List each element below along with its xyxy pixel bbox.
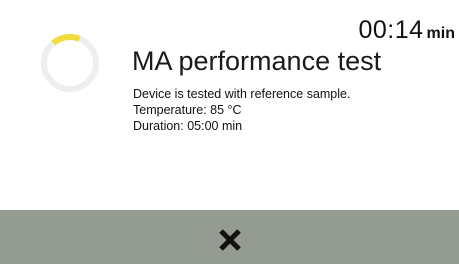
cancel-button[interactable] (210, 220, 250, 260)
test-description: Device is tested with reference sample. … (133, 86, 350, 134)
page-title: MA performance test (132, 46, 382, 76)
progress-ring-icon (41, 34, 99, 92)
progress-ring-track (41, 34, 99, 92)
description-line: Temperature: 85 °C (133, 103, 242, 117)
timer-unit: min (426, 25, 455, 42)
close-icon (218, 229, 241, 251)
description-line: Duration: 05:00 min (133, 119, 243, 133)
description-line: Device is tested with reference sample. (133, 87, 351, 101)
progress-ring-arc (41, 34, 99, 92)
footer-bar (0, 210, 459, 264)
countdown-timer: 00:14 min (358, 16, 455, 45)
test-running-screen: 00:14 min MA performance test Device is t… (0, 0, 459, 264)
timer-value: 00:14 (358, 16, 424, 44)
